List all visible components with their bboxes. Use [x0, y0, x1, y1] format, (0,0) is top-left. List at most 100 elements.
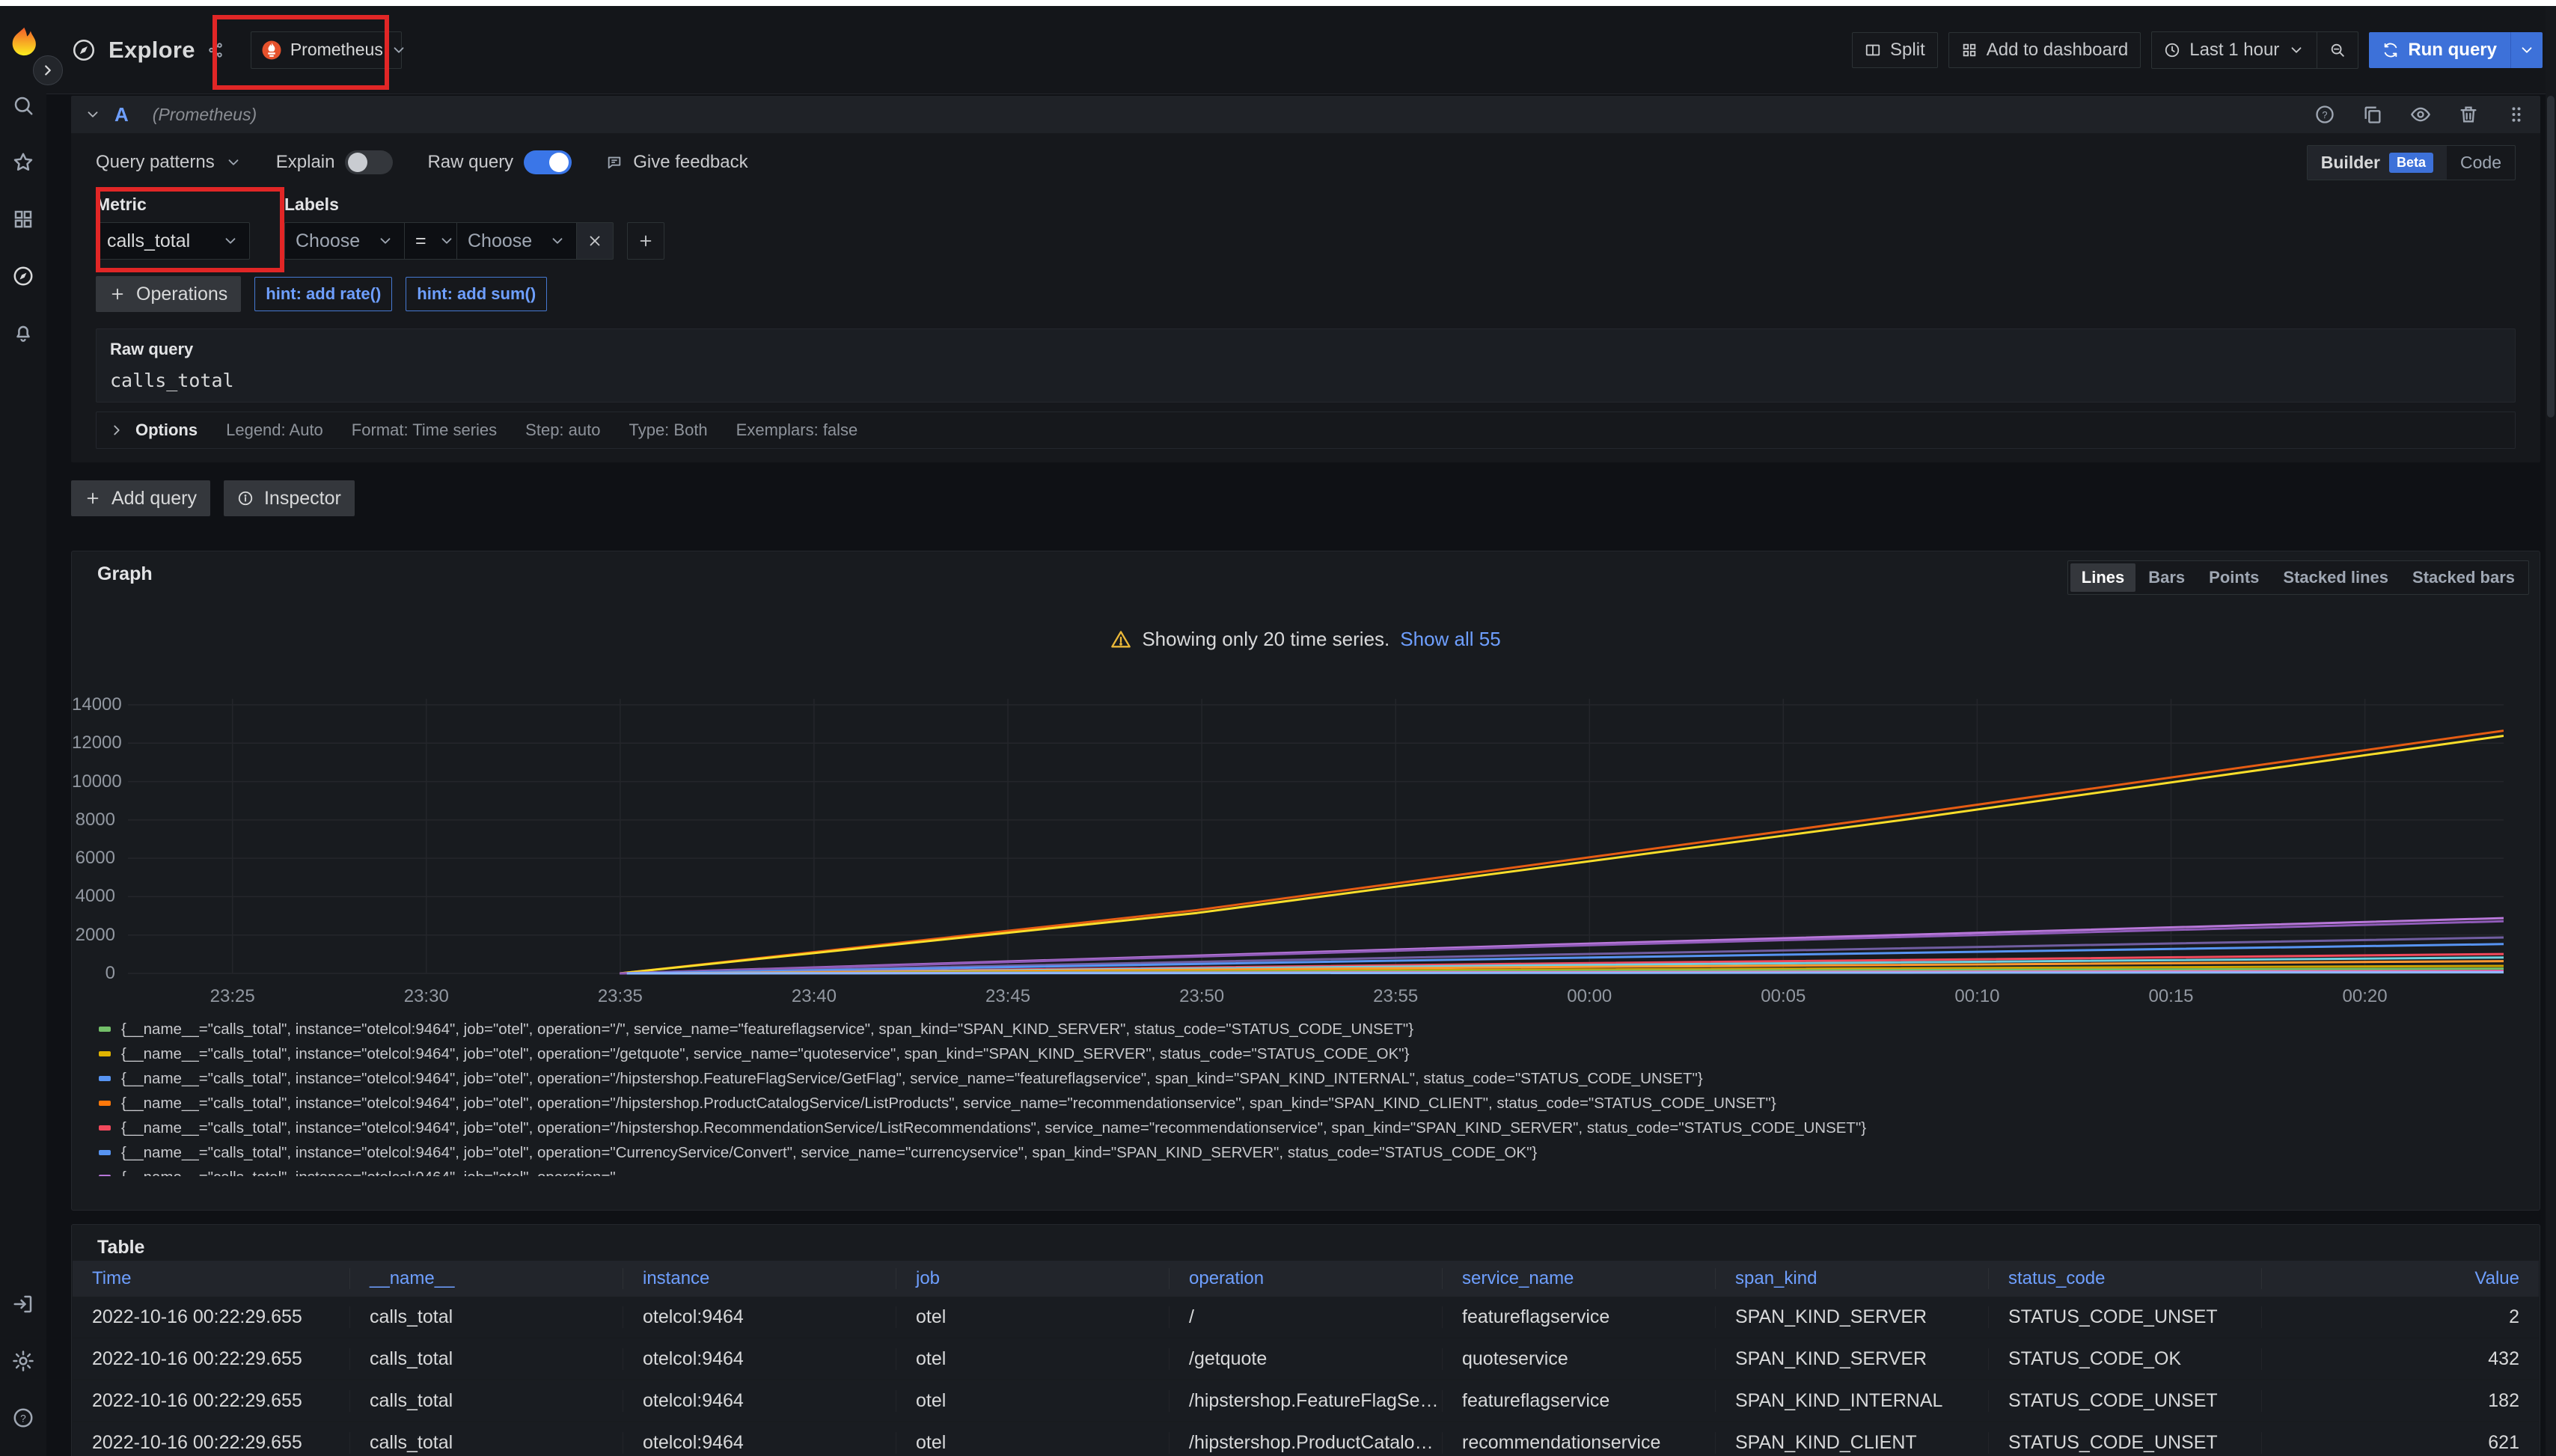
builder-tab[interactable]: Builder Beta: [2308, 146, 2447, 180]
cell-instance: otelcol:9464: [623, 1348, 896, 1370]
search-icon[interactable]: [12, 94, 34, 117]
legend-item[interactable]: {__name__="calls_total", instance="otelc…: [99, 1017, 2522, 1041]
raw-query-toggle[interactable]: [524, 150, 572, 174]
column-header-name[interactable]: __name__: [349, 1268, 623, 1289]
cell-span-kind: SPAN_KIND_SERVER: [1715, 1348, 1988, 1370]
datasource-picker[interactable]: Prometheus: [251, 31, 402, 69]
share-icon[interactable]: [207, 42, 224, 58]
beta-badge: Beta: [2389, 153, 2433, 173]
cell-value: 432: [2261, 1348, 2539, 1370]
table-header-row: Time __name__ instance job operation ser…: [73, 1261, 2539, 1297]
explore-content: A (Prometheus) ? Query patterns Explain: [46, 94, 2556, 1456]
duplicate-icon[interactable]: [2362, 104, 2383, 125]
give-feedback-link[interactable]: Give feedback: [606, 152, 747, 173]
explain-toggle[interactable]: [345, 150, 393, 174]
column-header-operation[interactable]: operation: [1169, 1268, 1442, 1289]
legend-item[interactable]: {__name__="calls_total", instance="otelc…: [99, 1140, 2522, 1165]
navbar-right: Split Add to dashboard Last 1 hour: [1852, 31, 2543, 69]
sidebar-expand-button[interactable]: [33, 55, 63, 85]
cell-service-name: quoteservice: [1442, 1348, 1715, 1370]
column-header-instance[interactable]: instance: [623, 1268, 896, 1289]
add-query-button[interactable]: Add query: [71, 480, 210, 516]
inspector-label: Inspector: [264, 488, 341, 510]
cell-job: otel: [896, 1390, 1169, 1412]
legend-swatch: [99, 1125, 111, 1131]
legend-item-clipped[interactable]: {__name__="calls_total", instance="otelc…: [99, 1165, 2522, 1176]
mode-lines[interactable]: Lines: [2070, 563, 2135, 592]
cell-operation: /: [1169, 1306, 1442, 1328]
run-query-dropdown[interactable]: [2510, 32, 2543, 68]
legend-swatch: [99, 1175, 111, 1176]
starred-icon[interactable]: [12, 151, 34, 174]
cell-status-code: STATUS_CODE_UNSET: [1988, 1432, 2261, 1454]
cell-job: otel: [896, 1306, 1169, 1328]
cell-name: calls_total: [349, 1432, 623, 1454]
remove-label-filter-button[interactable]: [576, 222, 614, 260]
code-tab[interactable]: Code: [2447, 146, 2515, 180]
svg-text:?: ?: [20, 1413, 26, 1424]
table-panel: Table Time __name__ instance job operati…: [71, 1224, 2540, 1456]
options-row[interactable]: Options Legend: Auto Format: Time series…: [96, 412, 2516, 449]
zoom-out-button[interactable]: [2317, 32, 2358, 68]
cell-service-name: featureflagservice: [1442, 1390, 1715, 1412]
time-range-button[interactable]: Last 1 hour: [2152, 32, 2317, 68]
chart-area: 02000400060008000100001200014000 23:2523…: [72, 699, 2540, 1021]
cell-name: calls_total: [349, 1390, 623, 1412]
label-operator-select[interactable]: =: [404, 222, 456, 260]
browser-top-strip: [0, 0, 2556, 6]
legend-item[interactable]: {__name__="calls_total", instance="otelc…: [99, 1116, 2522, 1140]
explore-actions: Add query Inspector: [71, 480, 2540, 516]
query-patterns-dropdown[interactable]: Query patterns: [96, 152, 242, 173]
plus-icon: [109, 286, 126, 302]
x-tick-label: 23:40: [773, 986, 855, 1007]
run-query-button[interactable]: Run query: [2369, 32, 2510, 68]
grafana-logo-icon[interactable]: [7, 25, 40, 58]
scrollbar-thumb[interactable]: [2547, 96, 2555, 417]
grafana-explore-screen: ? Explore Prometheus: [0, 0, 2556, 1456]
column-header-value[interactable]: Value: [2261, 1268, 2539, 1289]
column-header-time[interactable]: Time: [73, 1268, 349, 1289]
explore-compass-icon[interactable]: [12, 265, 34, 287]
alerting-bell-icon[interactable]: [12, 322, 34, 344]
chevron-down-icon: [225, 154, 242, 171]
datasource-name: Prometheus: [290, 40, 383, 60]
help-circle-icon[interactable]: ?: [2314, 104, 2335, 125]
show-all-series-link[interactable]: Show all 55: [1400, 628, 1500, 651]
operations-button[interactable]: Operations: [96, 276, 241, 312]
mode-stacked-bars[interactable]: Stacked bars: [2401, 563, 2526, 592]
mode-bars[interactable]: Bars: [2137, 563, 2196, 592]
label-key-select[interactable]: Choose: [284, 222, 404, 260]
column-header-job[interactable]: job: [896, 1268, 1169, 1289]
metric-select[interactable]: calls_total: [96, 222, 250, 260]
remove-query-trash-icon[interactable]: [2458, 104, 2479, 125]
label-value-select[interactable]: Choose: [456, 222, 576, 260]
dashboard-grid-icon: [1961, 42, 1978, 58]
mode-stacked-lines[interactable]: Stacked lines: [2272, 563, 2400, 592]
column-header-span-kind[interactable]: span_kind: [1715, 1268, 1988, 1289]
sidebar-bottom-group: ?: [12, 1293, 34, 1429]
collapse-chevron-icon[interactable]: [85, 106, 101, 123]
add-label-filter-button[interactable]: [627, 222, 664, 260]
split-button[interactable]: Split: [1852, 32, 1938, 68]
help-icon[interactable]: ?: [12, 1407, 34, 1429]
drag-handle-icon[interactable]: [2506, 104, 2527, 125]
legend-item[interactable]: {__name__="calls_total", instance="otelc…: [99, 1091, 2522, 1116]
legend-item[interactable]: {__name__="calls_total", instance="otelc…: [99, 1041, 2522, 1066]
cell-operation: /getquote: [1169, 1348, 1442, 1370]
page-title: Explore: [108, 37, 195, 64]
legend-item[interactable]: {__name__="calls_total", instance="otelc…: [99, 1066, 2522, 1091]
inspector-button[interactable]: Inspector: [224, 480, 355, 516]
settings-gear-icon[interactable]: [12, 1350, 34, 1372]
raw-query-text: calls_total: [110, 370, 2501, 391]
hint-add-rate-button[interactable]: hint: add rate(): [254, 277, 392, 311]
column-header-service-name[interactable]: service_name: [1442, 1268, 1715, 1289]
hide-response-eye-icon[interactable]: [2410, 104, 2431, 125]
mode-points[interactable]: Points: [2198, 563, 2270, 592]
sign-in-icon[interactable]: [12, 1293, 34, 1315]
add-to-dashboard-button[interactable]: Add to dashboard: [1948, 32, 2141, 68]
graph-canvas[interactable]: [128, 699, 2504, 979]
hint-add-sum-button[interactable]: hint: add sum(): [406, 277, 547, 311]
dashboards-icon[interactable]: [12, 208, 34, 230]
column-header-status-code[interactable]: status_code: [1988, 1268, 2261, 1289]
query-row-header[interactable]: A (Prometheus) ?: [71, 96, 2540, 133]
